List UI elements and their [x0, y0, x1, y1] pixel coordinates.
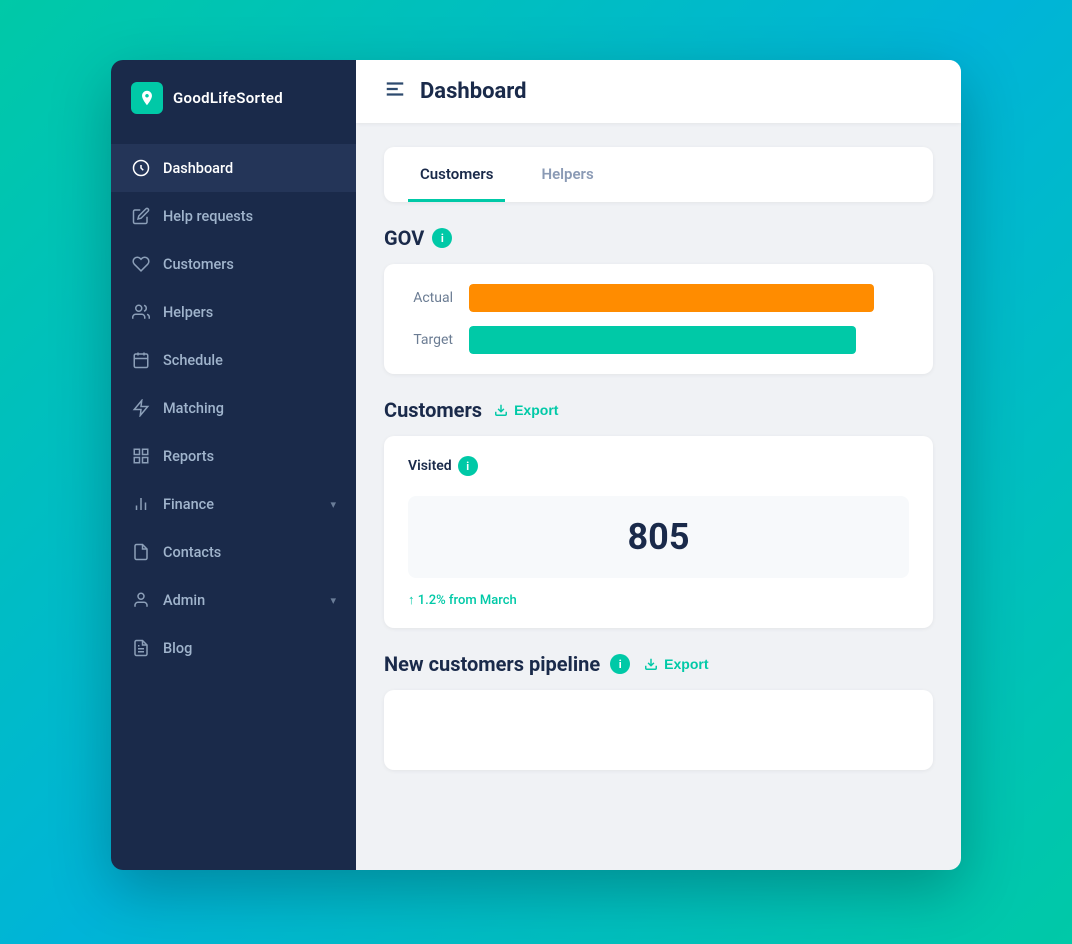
- customers-export-button[interactable]: Export: [494, 402, 558, 418]
- visited-value-box: 805: [408, 496, 909, 578]
- content-area: Customers Helpers GOV i Actual Target: [356, 123, 961, 870]
- matching-icon: [131, 398, 151, 418]
- sidebar-item-label: Dashboard: [163, 160, 233, 177]
- sidebar-item-matching[interactable]: Matching: [111, 384, 356, 432]
- reports-icon: [131, 446, 151, 466]
- sidebar-item-label: Blog: [163, 640, 192, 657]
- sidebar-item-label: Finance: [163, 496, 214, 513]
- actual-bar-track: [469, 284, 909, 312]
- sidebar-item-label: Admin: [163, 592, 205, 609]
- tab-customers[interactable]: Customers: [408, 147, 505, 202]
- visited-number: 805: [628, 516, 690, 558]
- target-label: Target: [408, 332, 453, 348]
- help-icon: [131, 206, 151, 226]
- visited-info-icon[interactable]: i: [458, 456, 478, 476]
- admin-icon: [131, 590, 151, 610]
- contacts-icon: [131, 542, 151, 562]
- visited-metric-card: Visited i 805 ↑ 1.2% from March: [408, 456, 909, 608]
- sidebar-item-label: Contacts: [163, 544, 221, 561]
- metric-cards: Visited i 805 ↑ 1.2% from March: [384, 436, 933, 628]
- sidebar-item-label: Help requests: [163, 208, 253, 225]
- menu-icon[interactable]: [384, 78, 406, 105]
- app-container: GoodLifeSorted Dashboard: [111, 60, 961, 870]
- sidebar-item-contacts[interactable]: Contacts: [111, 528, 356, 576]
- customers-section-title: Customers: [384, 398, 482, 422]
- visited-change: ↑ 1.2% from March: [408, 592, 909, 608]
- pipeline-export-button[interactable]: Export: [644, 656, 708, 672]
- sidebar-item-dashboard[interactable]: Dashboard: [111, 144, 356, 192]
- pipeline-info-icon[interactable]: i: [610, 654, 630, 674]
- pipeline-section-header: New customers pipeline i Export: [384, 652, 933, 676]
- pipeline-card: [384, 690, 933, 770]
- chevron-down-icon: ▾: [330, 498, 336, 511]
- schedule-icon: [131, 350, 151, 370]
- sidebar-item-schedule[interactable]: Schedule: [111, 336, 356, 384]
- target-bar-track: [469, 326, 909, 354]
- sidebar-item-blog[interactable]: Blog: [111, 624, 356, 672]
- customers-icon: [131, 254, 151, 274]
- sidebar-logo: GoodLifeSorted: [111, 60, 356, 136]
- logo-icon: [131, 82, 163, 114]
- sidebar-item-label: Schedule: [163, 352, 223, 369]
- sidebar-item-customers[interactable]: Customers: [111, 240, 356, 288]
- sidebar-item-label: Helpers: [163, 304, 213, 321]
- customers-export-label: Export: [514, 402, 558, 418]
- tab-helpers[interactable]: Helpers: [529, 147, 605, 202]
- sidebar-item-label: Customers: [163, 256, 234, 273]
- tabs-container: Customers Helpers: [384, 147, 933, 202]
- sidebar-navigation: Dashboard Help requests: [111, 136, 356, 870]
- topbar: Dashboard: [356, 60, 961, 123]
- gov-title: GOV: [384, 226, 424, 250]
- gov-info-icon[interactable]: i: [432, 228, 452, 248]
- actual-bar-fill: [469, 284, 874, 312]
- main-content: Dashboard Customers Helpers GOV i Actual: [356, 60, 961, 870]
- customers-section-header: Customers Export: [384, 398, 933, 422]
- pipeline-export-label: Export: [664, 656, 708, 672]
- finance-icon: [131, 494, 151, 514]
- actual-label: Actual: [408, 290, 453, 306]
- sidebar-item-help-requests[interactable]: Help requests: [111, 192, 356, 240]
- helpers-icon: [131, 302, 151, 322]
- logo-text: GoodLifeSorted: [173, 89, 283, 107]
- page-title: Dashboard: [420, 79, 527, 104]
- blog-icon: [131, 638, 151, 658]
- gov-chart-card: Actual Target: [384, 264, 933, 374]
- target-bar-row: Target: [408, 326, 909, 354]
- sidebar-item-label: Reports: [163, 448, 214, 465]
- sidebar-item-finance[interactable]: Finance ▾: [111, 480, 356, 528]
- actual-bar-row: Actual: [408, 284, 909, 312]
- visited-label: Visited i: [408, 456, 909, 476]
- sidebar: GoodLifeSorted Dashboard: [111, 60, 356, 870]
- target-bar-fill: [469, 326, 856, 354]
- sidebar-item-helpers[interactable]: Helpers: [111, 288, 356, 336]
- sidebar-item-label: Matching: [163, 400, 224, 417]
- chevron-down-icon: ▾: [330, 594, 336, 607]
- dashboard-icon: [131, 158, 151, 178]
- pipeline-title: New customers pipeline: [384, 652, 600, 676]
- sidebar-item-admin[interactable]: Admin ▾: [111, 576, 356, 624]
- gov-section-header: GOV i: [384, 226, 933, 250]
- sidebar-item-reports[interactable]: Reports: [111, 432, 356, 480]
